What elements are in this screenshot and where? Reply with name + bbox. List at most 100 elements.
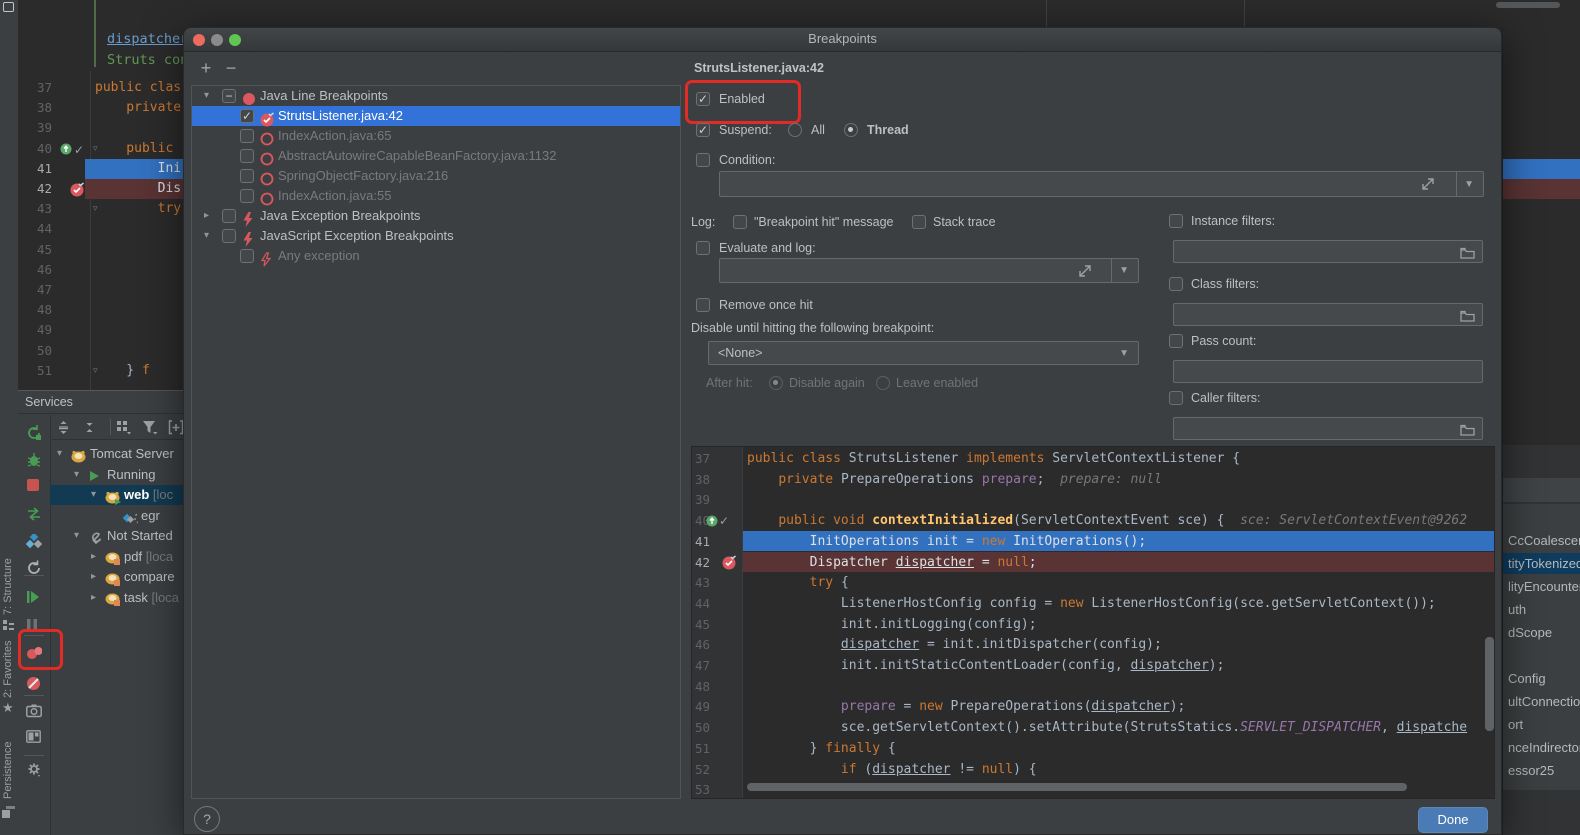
log-message-checkbox[interactable] <box>733 215 747 229</box>
log-stack-checkbox[interactable] <box>912 215 926 229</box>
preview-line-number: 51 <box>695 741 710 756</box>
hot-swap-icon[interactable] <box>26 533 42 551</box>
services-tree-row[interactable]: ▾ Tomcat Server <box>50 444 183 464</box>
preview-code-line: ListenerHostConfig config = new Listener… <box>747 596 1436 611</box>
done-button[interactable]: Done <box>1418 807 1488 833</box>
condition-history-arrow[interactable]: ▼ <box>1464 179 1474 190</box>
filter-input[interactable] <box>1173 303 1483 326</box>
folder-icon[interactable] <box>1460 423 1475 441</box>
services-tree-row[interactable]: egr <box>50 506 183 526</box>
rerun-icon[interactable] <box>26 424 42 442</box>
chevron-right-icon[interactable]: ▸ <box>91 567 96 587</box>
caller-filters-checkbox[interactable] <box>1169 391 1183 405</box>
services-tree-row[interactable]: ▾web [loc <box>50 485 183 505</box>
remove-once-checkbox[interactable] <box>696 298 710 312</box>
horizontal-scrollbar[interactable] <box>747 783 1407 791</box>
background-list-item[interactable]: CcCoalescer <box>1503 530 1580 551</box>
filter-icon[interactable] <box>142 419 158 437</box>
background-list-item[interactable]: ultConnection <box>1503 691 1580 712</box>
chevron-down-icon[interactable]: ▾ <box>74 526 79 546</box>
layout-icon[interactable] <box>26 729 42 747</box>
suspend-all-radio[interactable] <box>788 123 802 137</box>
evaluate-input[interactable]: ▼ <box>719 258 1139 283</box>
javadoc-guide-line <box>94 27 96 67</box>
filter-input[interactable] <box>1173 360 1483 383</box>
bp-verified-icon[interactable] <box>70 181 86 199</box>
background-list-item[interactable]: tityTokenizedC <box>1503 553 1580 574</box>
chevron-right-icon[interactable]: ▸ <box>91 588 96 608</box>
suspend-checkbox[interactable]: ✓ <box>696 123 710 137</box>
condition-input[interactable]: ▼ <box>719 171 1484 197</box>
background-list-item[interactable]: nceIndirector <box>1503 737 1580 758</box>
after-hit-leave-radio[interactable] <box>876 376 890 390</box>
chevron-down-icon[interactable]: ▾ <box>74 465 79 485</box>
background-list-item[interactable]: Config <box>1503 668 1580 689</box>
debug-icon[interactable] <box>26 451 42 469</box>
mute-breakpoints-icon[interactable] <box>26 675 42 693</box>
folder-icon[interactable] <box>1460 309 1475 327</box>
group-by-icon[interactable] <box>116 419 132 437</box>
folder-icon[interactable] <box>1460 246 1475 264</box>
background-list-item[interactable]: lityEncounter <box>1503 576 1580 597</box>
preview-line-number: 48 <box>695 679 710 694</box>
structure-tool-label[interactable]: 7: Structure <box>2 533 14 615</box>
add-service-icon[interactable] <box>168 419 183 437</box>
collapse-all-icon[interactable] <box>82 419 98 437</box>
class-filters-checkbox[interactable] <box>1169 277 1183 291</box>
services-item-label: task [loca <box>124 588 179 608</box>
vertical-scrollbar[interactable] <box>1485 637 1494 731</box>
preview-line-number: 46 <box>695 637 710 652</box>
background-list-item[interactable]: uth <box>1503 599 1580 620</box>
bp-verified-icon[interactable] <box>722 555 738 573</box>
javadoc-line-2[interactable]: dispatcher <box>107 31 183 47</box>
favorites-tool-label[interactable]: 2: Favorites <box>2 636 14 698</box>
panel-band-light <box>1503 478 1580 502</box>
filter-input[interactable] <box>1173 240 1483 263</box>
persistence-tool-label[interactable]: Persistence <box>2 733 14 799</box>
background-list-item[interactable]: ort <box>1503 714 1580 735</box>
background-list-item[interactable]: dScope <box>1503 622 1580 643</box>
help-button[interactable]: ? <box>194 806 220 832</box>
evaluate-history-arrow[interactable]: ▼ <box>1119 265 1129 276</box>
gutter-line-number: 37 <box>18 80 52 95</box>
services-tree-row[interactable]: ▾Not Started <box>50 526 183 546</box>
preview-line-number: 42 <box>695 555 710 570</box>
expand-field-icon[interactable] <box>1421 177 1435 196</box>
chevron-down-icon[interactable]: ▾ <box>57 444 62 464</box>
suspend-thread-radio[interactable] <box>844 123 858 137</box>
toolbar-divider <box>110 419 111 435</box>
services-tree-row[interactable]: ▸ task [loca <box>50 588 183 608</box>
tool-window-icon[interactable] <box>3 2 14 12</box>
condition-checkbox[interactable] <box>696 153 710 167</box>
breakpoint-line-highlight <box>1503 179 1580 199</box>
background-list-item[interactable]: essor25 <box>1503 760 1580 781</box>
code-line: private <box>95 100 181 115</box>
editor-h-scrollbar[interactable] <box>1496 2 1560 8</box>
chevron-right-icon[interactable]: ▸ <box>91 547 96 567</box>
stop-icon[interactable] <box>26 477 42 495</box>
resume-icon[interactable] <box>26 589 42 607</box>
filter-label: Caller filters: <box>1191 391 1260 405</box>
instance-filters-checkbox[interactable] <box>1169 214 1183 228</box>
code-line: Ini <box>95 161 181 176</box>
disable-until-select[interactable]: <None> ▼ <box>708 341 1139 365</box>
services-tree-row[interactable]: ▸compare <box>50 567 183 587</box>
restart-icon[interactable] <box>26 505 42 523</box>
expand-all-icon[interactable] <box>56 419 72 437</box>
filter-input[interactable] <box>1173 417 1483 440</box>
remove-once-label: Remove once hit <box>719 298 813 312</box>
pass-count-checkbox[interactable] <box>1169 334 1183 348</box>
services-tree-row[interactable]: ▾Running <box>50 465 183 485</box>
after-hit-disable-radio[interactable] <box>769 376 783 390</box>
enabled-label: Enabled <box>719 92 765 106</box>
enabled-checkbox[interactable]: ✓ <box>696 92 710 106</box>
expand-field-icon[interactable] <box>1078 264 1092 283</box>
services-tree-row[interactable]: ▸pdf [loca <box>50 547 183 567</box>
settings-icon[interactable] <box>26 761 42 779</box>
chevron-down-icon[interactable]: ▾ <box>91 485 96 505</box>
services-panel-title[interactable]: Services <box>25 395 73 409</box>
screenshot-icon[interactable] <box>26 703 42 721</box>
evaluate-checkbox[interactable] <box>696 241 710 255</box>
disable-until-arrow[interactable]: ▼ <box>1119 348 1129 359</box>
services-item-label: Tomcat Server <box>90 444 174 464</box>
